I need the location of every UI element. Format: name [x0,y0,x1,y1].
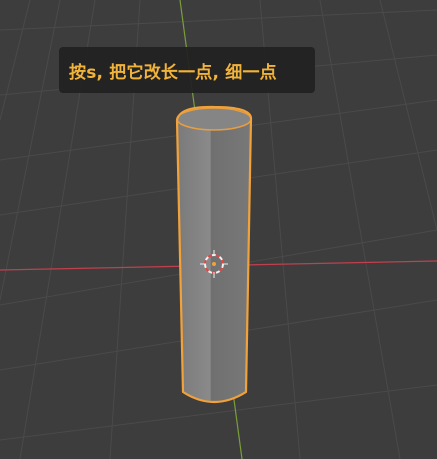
3d-viewport[interactable]: 按s, 把它改长一点, 细一点 [0,0,437,459]
tutorial-caption: 按s, 把它改长一点, 细一点 [59,47,315,93]
caption-text: 按s, 把它改长一点, 细一点 [69,62,277,83]
cylinder-body [177,118,251,401]
